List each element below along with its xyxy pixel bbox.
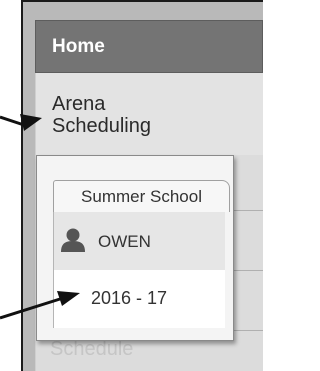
nav-item-home-label: Home [52, 36, 105, 57]
tab-summer-school[interactable]: Summer School [53, 180, 230, 212]
menu-divider [230, 270, 263, 271]
nav-item-arena-label-line1: Arena [52, 93, 106, 115]
user-name: OWEN [98, 232, 151, 251]
nav-item-arena-scheduling[interactable]: Arena Scheduling [35, 73, 263, 155]
person-icon [61, 228, 85, 252]
nav-item-home[interactable]: Home [35, 20, 263, 73]
menu-divider [230, 330, 263, 331]
nav-item-arena-label-line2: Scheduling [52, 115, 151, 137]
nav-item-hidden-label[interactable]: Schedule [50, 338, 170, 360]
tab-summer-school-label: Summer School [81, 187, 202, 206]
year-option-label: 2016 - 17 [91, 288, 168, 308]
menu-divider [230, 210, 263, 211]
